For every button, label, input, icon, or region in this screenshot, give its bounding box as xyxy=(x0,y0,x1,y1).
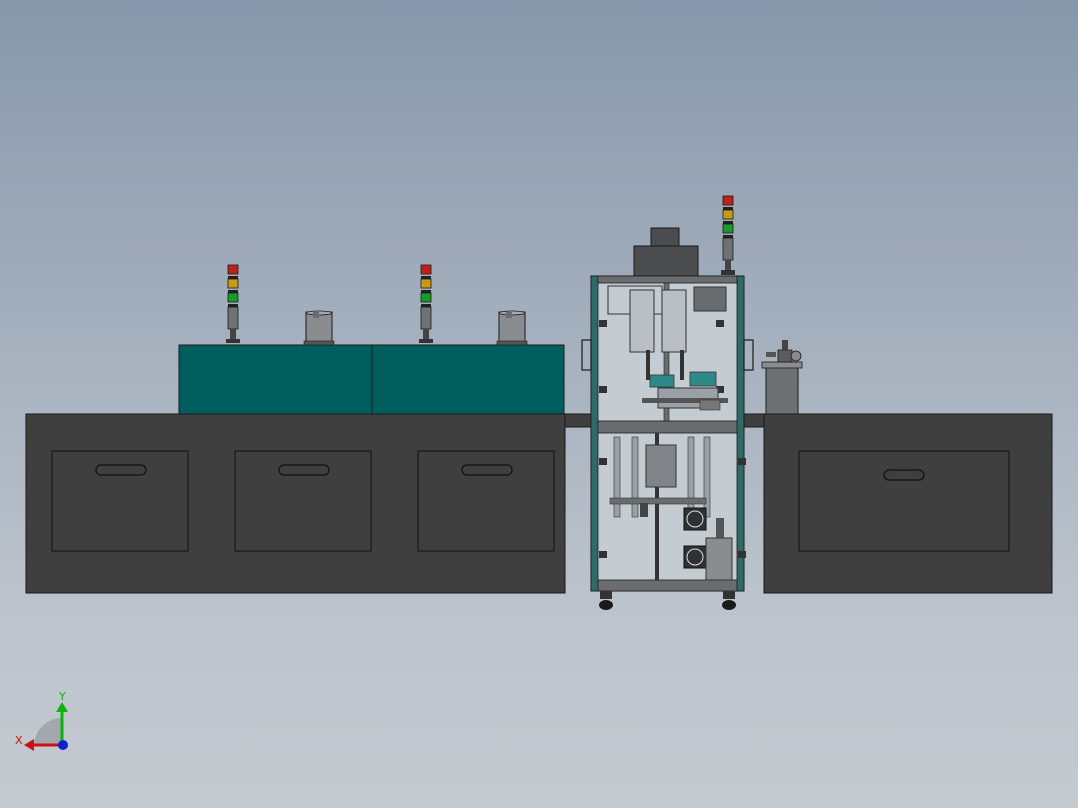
signal-tower-2 xyxy=(419,264,433,343)
right-conveyor-base xyxy=(743,413,1053,594)
z-axis-dot xyxy=(58,740,68,750)
signal-tower-3 xyxy=(721,195,735,275)
left-conveyor-base xyxy=(25,413,592,594)
exhaust-canister-1 xyxy=(303,310,335,346)
assembly-front-view[interactable]: Y X xyxy=(0,0,1078,808)
dispensing-cabinet xyxy=(581,227,754,610)
exhaust-canister-2 xyxy=(496,310,528,346)
x-axis-label: X xyxy=(15,734,23,747)
signal-tower-1 xyxy=(226,264,240,343)
pressure-tank xyxy=(761,340,803,415)
y-axis-label: Y xyxy=(58,690,66,703)
cad-viewport[interactable]: Y X xyxy=(0,0,1078,808)
coordinate-triad: Y X xyxy=(15,690,68,751)
oven-covers xyxy=(178,344,565,415)
